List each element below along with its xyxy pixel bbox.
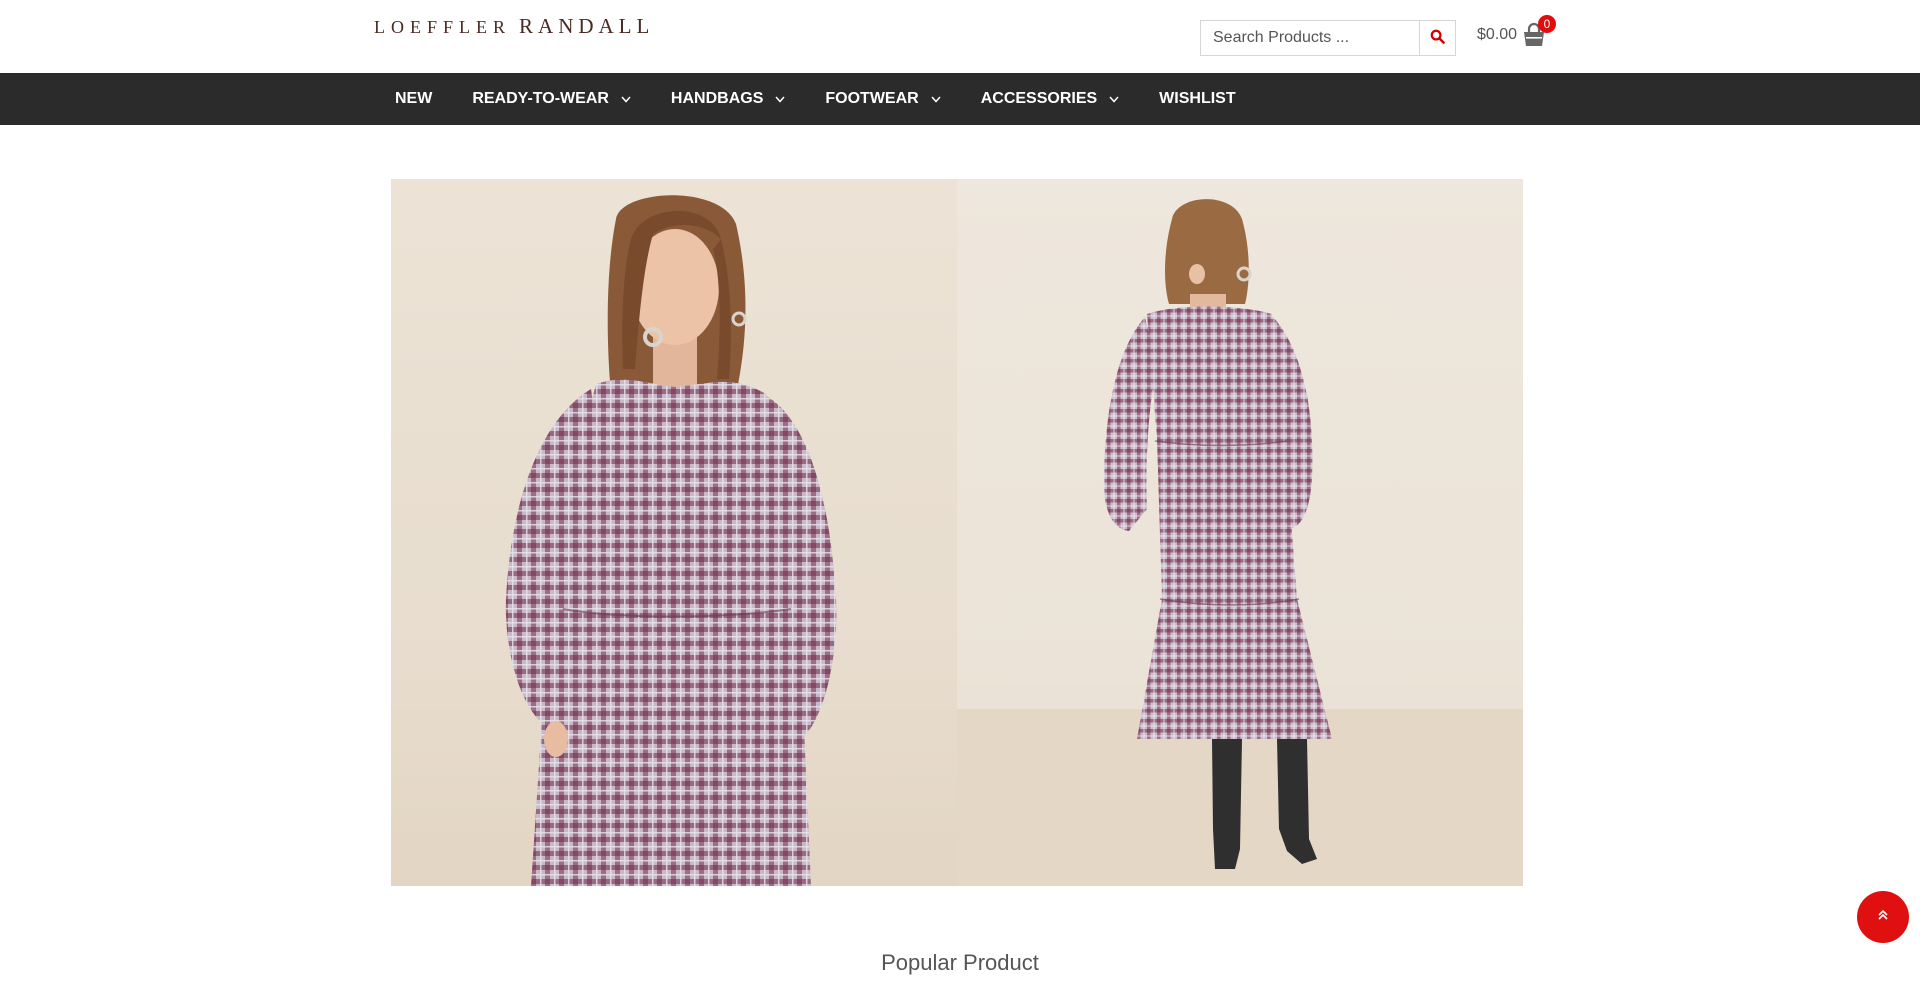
- nav-item-footwear[interactable]: FOOTWEAR: [805, 73, 960, 125]
- hero-image-back-view: [957, 179, 1523, 886]
- site-header: LOEFFLER RANDALL $0.00 0: [0, 0, 1920, 73]
- nav-item-label: ACCESSORIES: [980, 90, 1098, 107]
- double-chevron-up-icon: [1876, 908, 1890, 927]
- chevron-down-icon: [621, 96, 631, 103]
- nav-item-accessories[interactable]: ACCESSORIES: [961, 73, 1139, 125]
- chevron-down-icon: [775, 96, 785, 103]
- hero-image-front-view: [391, 179, 957, 886]
- nav-item-label: NEW: [395, 90, 433, 107]
- mini-cart[interactable]: $0.00: [1477, 22, 1547, 48]
- nav-item-wishlist[interactable]: WISHLIST: [1139, 73, 1255, 125]
- nav-item-new[interactable]: NEW: [375, 73, 452, 125]
- search-button[interactable]: [1420, 20, 1456, 56]
- nav-item-handbags[interactable]: HANDBAGS: [651, 73, 805, 125]
- search-form: [1200, 20, 1456, 56]
- search-icon: [1430, 29, 1445, 47]
- main-menu: NEW READY-TO-WEAR HANDBAGS FOOTWEAR ACCE…: [375, 73, 1256, 125]
- cart-count-badge: 0: [1538, 15, 1556, 33]
- cart-total: $0.00: [1477, 26, 1518, 43]
- nav-item-label: READY-TO-WEAR: [472, 90, 609, 107]
- chevron-down-icon: [931, 96, 941, 103]
- nav-item-label: FOOTWEAR: [825, 90, 919, 107]
- logo-text-part2: RANDALL: [519, 14, 655, 38]
- search-input[interactable]: [1200, 20, 1420, 56]
- chevron-down-icon: [1109, 96, 1119, 103]
- logo-text-part1: LOEFFLER: [374, 17, 512, 37]
- main-navigation-bar: NEW READY-TO-WEAR HANDBAGS FOOTWEAR ACCE…: [0, 73, 1920, 125]
- back-to-top-button[interactable]: [1857, 891, 1909, 943]
- nav-item-label: HANDBAGS: [670, 90, 764, 107]
- nav-item-ready-to-wear[interactable]: READY-TO-WEAR: [452, 73, 651, 125]
- hero-banner[interactable]: [391, 179, 1523, 886]
- popular-product-heading: Popular Product: [881, 950, 1039, 975]
- brand-logo[interactable]: LOEFFLER RANDALL: [374, 14, 654, 44]
- nav-item-label: WISHLIST: [1159, 90, 1236, 107]
